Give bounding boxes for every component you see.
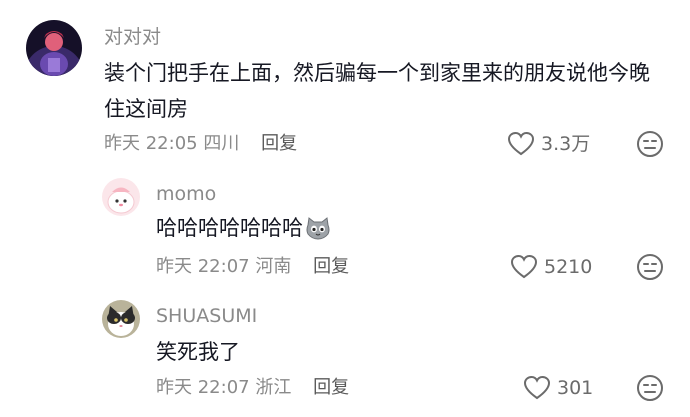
user-avatar-icon	[26, 20, 82, 76]
avatar[interactable]	[26, 20, 82, 76]
comment-item: momo 哈哈哈哈哈哈哈 昨天 22:07 河南 回复 5210	[0, 170, 690, 290]
username[interactable]: SHUASUMI	[156, 304, 257, 328]
dislike-button[interactable]	[636, 130, 664, 162]
cat-face-emoji	[305, 215, 331, 251]
heart-outline-icon	[523, 375, 551, 400]
like-count: 5210	[544, 256, 593, 278]
like-count: 301	[557, 377, 594, 399]
like-button[interactable]: 5210	[510, 254, 592, 280]
heart-outline-icon	[507, 131, 535, 156]
comment-time: 昨天 22:07	[156, 256, 250, 277]
unamused-face-icon	[637, 375, 663, 401]
username[interactable]: 对对对	[104, 25, 161, 49]
dislike-button[interactable]	[636, 374, 664, 406]
comment-text-body: 哈哈哈哈哈哈哈	[156, 216, 303, 240]
comment-location: 四川	[203, 133, 240, 154]
comment-item: SHUASUMI 笑死我了 昨天 22:07 浙江 回复 301	[0, 290, 690, 417]
heart-outline-icon	[510, 254, 538, 279]
username[interactable]: momo	[156, 182, 216, 206]
user-avatar-icon	[102, 178, 140, 216]
comment-time: 昨天 22:05	[104, 133, 198, 154]
comment-text: 笑死我了	[156, 340, 240, 364]
comment-text: 装个门把手在上面，然后骗每一个到家里来的朋友说他今晚住这间房	[104, 61, 650, 121]
comment-location: 浙江	[255, 377, 292, 398]
comment-meta: 昨天 22:07 河南 回复	[156, 255, 349, 279]
avatar[interactable]	[102, 300, 140, 338]
unamused-face-icon	[637, 131, 663, 157]
comment-location: 河南	[255, 256, 292, 277]
like-count: 3.3万	[541, 133, 591, 155]
avatar[interactable]	[102, 178, 140, 216]
reply-button[interactable]: 回复	[261, 133, 297, 154]
comment-text: 哈哈哈哈哈哈哈	[156, 210, 331, 251]
user-avatar-icon	[102, 300, 140, 338]
unamused-face-icon	[637, 254, 663, 280]
like-button[interactable]: 301	[523, 375, 593, 401]
comment-meta: 昨天 22:05 四川 回复	[104, 132, 297, 156]
comment-meta: 昨天 22:07 浙江 回复	[156, 376, 349, 400]
dislike-button[interactable]	[636, 253, 664, 285]
reply-button[interactable]: 回复	[313, 256, 349, 277]
like-button[interactable]: 3.3万	[507, 131, 590, 157]
comment-item: 对对对 装个门把手在上面，然后骗每一个到家里来的朋友说他今晚住这间房 昨天 22…	[0, 0, 690, 170]
comment-time: 昨天 22:07	[156, 377, 250, 398]
reply-button[interactable]: 回复	[313, 377, 349, 398]
